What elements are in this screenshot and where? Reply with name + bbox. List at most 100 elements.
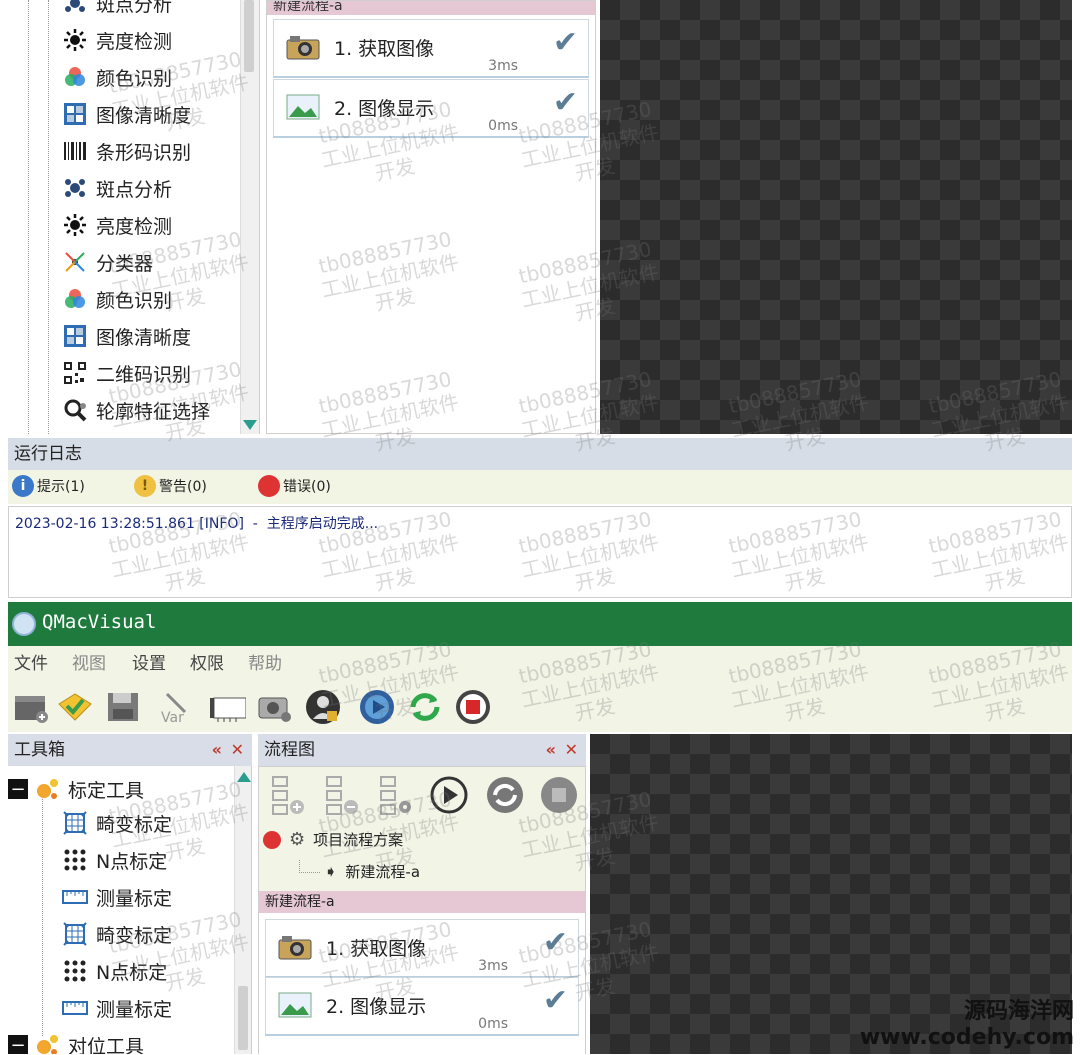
tree-group-alignment[interactable]: − 对位工具 <box>8 1028 144 1054</box>
tree-item-label: 轮廓特征选择 <box>96 400 211 423</box>
flow-step-display[interactable]: 2. 图像显示 0ms ✔ <box>265 977 579 1036</box>
tree-item[interactable]: 畸变标定 <box>62 806 172 840</box>
open-folder-icon[interactable] <box>56 688 94 726</box>
camera-settings-icon[interactable] <box>256 688 294 726</box>
distortion-calib-icon <box>62 921 88 947</box>
add-flow-icon[interactable] <box>267 773 307 817</box>
flowchart-body: ⚙ 项目流程方案 ➧ 新建流程-a 新建流程-a 1. 获取图像 3ms ✔ 2… <box>258 766 586 1055</box>
tree-item[interactable]: 条形码识别 <box>62 134 191 168</box>
step-label: 2. 图像显示 <box>326 996 427 1018</box>
step-label: 1. 获取图像 <box>334 38 435 60</box>
collapse-panel-icon[interactable]: « <box>212 734 222 766</box>
tree-item-label: 图像清晰度 <box>96 104 192 127</box>
tree-item-label: 亮度检测 <box>96 215 173 238</box>
tree-item[interactable]: 二维码识别 <box>62 356 191 390</box>
sharpness-icon <box>62 323 88 349</box>
user-lock-icon[interactable] <box>304 688 342 726</box>
measure-calib-icon <box>62 884 88 910</box>
tree-scrollbar[interactable] <box>240 0 259 434</box>
flow-step-acquire[interactable]: 1. 获取图像 3ms ✔ <box>273 19 589 78</box>
collapse-red-icon[interactable] <box>263 830 281 849</box>
flow-arrow-icon: ➧ <box>324 862 338 881</box>
flow-step-display[interactable]: 2. 图像显示 0ms ✔ <box>273 79 589 138</box>
group-label: 对位工具 <box>68 1035 145 1055</box>
tree-guide-line <box>42 796 43 1036</box>
toolbox-tree-top: 斑点分析 亮度检测 颜色识别 图像清晰度 条形码识别 斑点分析 亮度检测 分类器 颜色识别 图像清… <box>8 0 260 434</box>
group-tools-icon <box>34 1032 60 1054</box>
run-once-icon[interactable] <box>358 688 396 726</box>
classifier-icon <box>62 249 88 275</box>
menu-help[interactable]: 帮助 <box>248 646 282 682</box>
close-panel-icon[interactable]: ✕ <box>565 734 578 766</box>
flow-settings-icon[interactable] <box>375 773 415 817</box>
flowchart-title: 流程图 « ✕ <box>258 734 586 766</box>
scroll-up-arrow-icon[interactable] <box>237 772 251 782</box>
tab-label: 提示(1) <box>37 479 85 495</box>
tree-item[interactable]: 斑点分析 <box>62 0 172 20</box>
tree-item[interactable]: 图像清晰度 <box>62 319 191 353</box>
tree-item[interactable]: 亮度检测 <box>62 208 172 242</box>
tree-item-label: 测量标定 <box>96 998 173 1021</box>
collapse-minus-icon[interactable]: − <box>8 1035 28 1054</box>
tree-group-calibration[interactable]: − 标定工具 <box>8 772 144 806</box>
tree-item[interactable]: 颜色识别 <box>62 282 172 316</box>
n-point-calib-icon <box>62 847 88 873</box>
scroll-down-arrow-icon[interactable] <box>243 420 257 430</box>
toolbox-title: 工具箱 « ✕ <box>8 734 252 766</box>
log-tab-info[interactable]: i 提示(1) <box>12 475 85 497</box>
menu-settings[interactable]: 设置 <box>132 646 166 682</box>
tree-item[interactable]: 颜色识别 <box>62 60 172 94</box>
collapse-minus-icon[interactable]: − <box>8 779 28 800</box>
log-panel-title: 运行日志 <box>8 438 1072 470</box>
image-icon <box>278 992 312 1018</box>
log-body[interactable]: 2023-02-16 13:28:51.861 [INFO] - 主程序启动完成… <box>8 506 1072 598</box>
tree-item[interactable]: 测量标定 <box>62 880 172 914</box>
step-time: 3ms <box>478 958 508 974</box>
project-child[interactable]: ➧ 新建流程-a <box>299 860 420 882</box>
camera-icon <box>286 34 320 60</box>
new-solution-icon[interactable] <box>12 688 50 726</box>
save-icon[interactable] <box>104 688 142 726</box>
tree-item[interactable]: 分类器 <box>62 245 153 279</box>
check-icon: ✔ <box>542 983 568 1018</box>
io-card-icon[interactable] <box>208 688 246 726</box>
scrollbar-thumb[interactable] <box>244 0 254 72</box>
tree-item[interactable]: N点标定 <box>62 843 167 877</box>
close-panel-icon[interactable]: ✕ <box>231 734 244 766</box>
menu-view[interactable]: 视图 <box>72 646 106 682</box>
flow-step-acquire[interactable]: 1. 获取图像 3ms ✔ <box>265 919 579 978</box>
toolbox-scrollbar[interactable] <box>234 766 251 1054</box>
tree-item-label: 畸变标定 <box>96 813 173 836</box>
color-icon <box>62 64 88 90</box>
tree-item-label: 颜色识别 <box>96 289 173 312</box>
image-view-top[interactable] <box>600 0 1072 434</box>
tree-item[interactable]: 测量标定 <box>62 991 172 1025</box>
flow-loop-icon[interactable] <box>485 775 525 815</box>
log-tab-error[interactable]: 错误(0) <box>258 475 331 497</box>
tree-item-label: 分类器 <box>96 252 154 275</box>
collapse-panel-icon[interactable]: « <box>546 734 556 766</box>
tree-item[interactable]: 图像清晰度 <box>62 97 191 131</box>
tree-item[interactable]: 亮度检测 <box>62 23 172 57</box>
flow-run-icon[interactable] <box>429 775 469 815</box>
flow-stop-icon[interactable] <box>539 775 579 815</box>
menu-permissions[interactable]: 权限 <box>190 646 224 682</box>
scrollbar-thumb[interactable] <box>238 986 248 1050</box>
tree-item[interactable]: N点标定 <box>62 954 167 988</box>
variable-icon[interactable]: Var <box>158 688 196 726</box>
project-root[interactable]: ⚙ 项目流程方案 <box>263 829 403 850</box>
tree-item-label: 斑点分析 <box>96 178 173 201</box>
menu-file[interactable]: 文件 <box>14 646 48 682</box>
tree-item-label: N点标定 <box>96 961 168 984</box>
color-icon <box>62 286 88 312</box>
remove-flow-icon[interactable] <box>321 773 361 817</box>
tree-item-label: 测量标定 <box>96 887 173 910</box>
log-tab-warning[interactable]: ! 警告(0) <box>134 475 207 497</box>
tree-item-label: 颜色识别 <box>96 67 173 90</box>
tree-item[interactable]: 斑点分析 <box>62 171 172 205</box>
tree-item[interactable]: 轮廓特征选择 <box>62 393 210 427</box>
menu-bar: 文件 视图 设置 权限 帮助 <box>8 646 1072 682</box>
run-loop-icon[interactable] <box>406 688 444 726</box>
tree-item[interactable]: 畸变标定 <box>62 917 172 951</box>
stop-icon[interactable] <box>454 688 492 726</box>
